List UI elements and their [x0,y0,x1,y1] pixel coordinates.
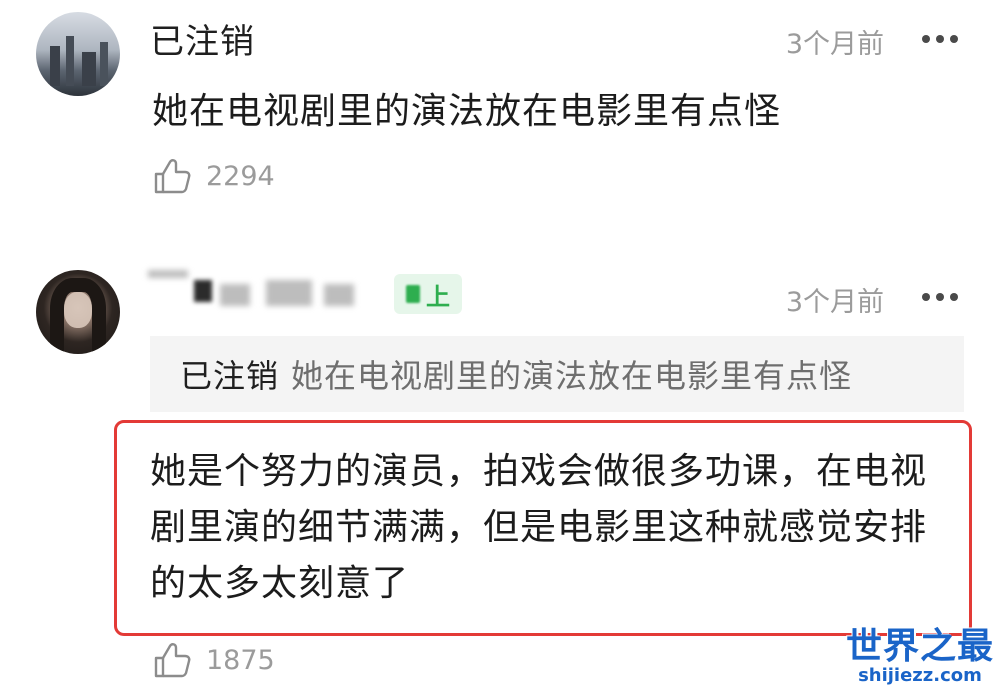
more-dots-icon[interactable] [922,34,958,44]
user-badge: 上 [394,274,462,314]
comment-time: 3个月前 [785,29,884,60]
comment-feed: 已注销 3个月前 她在电视剧里的演法放在电影里有点怪 2294 上 3个月前 已… [0,0,1000,690]
comment-text: 她是个努力的演员，拍戏会做很多功课，在电视剧里演的细节满满，但是电影里这种就感觉… [150,451,928,604]
comment-username[interactable]: 已注销 [150,14,255,63]
watermark: 世界之最 shijiezz.com [846,617,994,686]
thumbs-up-icon [154,643,191,678]
quoted-comment[interactable]: 已注销 她在电视剧里的演法放在电影里有点怪 [150,336,964,412]
thumbs-up-icon [154,159,191,194]
watermark-url: shijiezz.com [858,665,982,686]
comment-text: 她在电视剧里的演法放在电影里有点怪 [152,91,782,132]
like-count: 2294 [206,160,275,192]
watermark-title: 世界之最 [845,626,994,667]
like-button[interactable]: 2294 [152,156,275,196]
more-dots-icon[interactable] [922,292,958,302]
like-count: 1875 [206,644,275,676]
avatar[interactable] [36,270,120,354]
like-button[interactable]: 1875 [152,640,275,680]
avatar[interactable] [36,12,120,96]
comment-time: 3个月前 [785,287,884,318]
comment-username-blurred[interactable] [148,270,388,310]
quoted-username: 已注销 [180,357,280,395]
quoted-text: 她在电视剧里的演法放在电影里有点怪 [291,357,853,395]
